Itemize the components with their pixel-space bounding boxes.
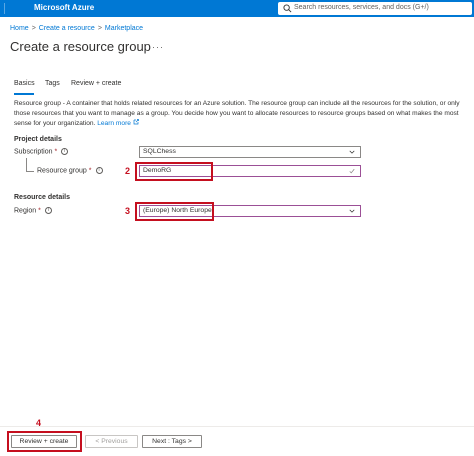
required-marker: * — [54, 148, 58, 156]
resource-group-description: Resource group - A container that holds … — [14, 99, 464, 129]
azure-brand[interactable]: Microsoft Azure — [34, 3, 94, 12]
breadcrumb-separator: > — [31, 25, 36, 32]
global-search-input[interactable]: Search resources, services, and docs (G+… — [278, 2, 472, 15]
highlight-box-step-3 — [135, 202, 214, 221]
page-title: Create a resource group — [10, 39, 151, 54]
portal-menu-area[interactable] — [4, 3, 18, 14]
region-label: Region * i — [14, 207, 52, 214]
tab-basics[interactable]: Basics — [14, 80, 35, 87]
highlight-box-step-2 — [135, 162, 213, 181]
review-create-button[interactable]: Review + create — [11, 435, 77, 448]
top-bar: Microsoft Azure Search resources, servic… — [0, 0, 474, 17]
breadcrumb-create-resource[interactable]: Create a resource — [39, 25, 95, 32]
chevron-down-icon — [349, 150, 355, 154]
tree-connector — [26, 171, 34, 172]
checkmark-icon — [349, 168, 355, 174]
info-icon[interactable]: i — [44, 207, 52, 214]
subscription-value: SQLChess — [143, 148, 176, 155]
tab-review-create[interactable]: Review + create — [71, 80, 121, 87]
resource-details-heading: Resource details — [14, 194, 71, 201]
external-link-icon — [133, 119, 139, 125]
tab-tags[interactable]: Tags — [45, 80, 60, 87]
search-icon — [283, 4, 292, 13]
learn-more-link[interactable]: Learn more — [97, 119, 139, 127]
subscription-label: Subscription * i — [14, 148, 69, 156]
search-placeholder: Search resources, services, and docs (G+… — [294, 4, 429, 11]
chevron-down-icon — [349, 209, 355, 213]
step-4-label: 4 — [36, 418, 42, 428]
step-2-label: 2 — [125, 166, 131, 176]
info-icon[interactable]: i — [61, 148, 69, 155]
selected-tab-indicator — [14, 93, 34, 95]
breadcrumb-marketplace[interactable]: Marketplace — [105, 25, 143, 32]
breadcrumb-home[interactable]: Home — [10, 25, 29, 32]
footer-divider — [0, 426, 474, 427]
step-3-label: 3 — [125, 206, 131, 216]
tree-connector — [26, 158, 27, 171]
breadcrumb: Home > Create a resource > Marketplace — [10, 25, 143, 32]
info-icon[interactable]: i — [95, 167, 103, 174]
project-details-heading: Project details — [14, 136, 62, 143]
description-text: Resource group - A container that holds … — [14, 100, 460, 127]
next-tags-button[interactable]: Next : Tags > — [142, 435, 202, 448]
more-options-button[interactable]: ··· — [152, 42, 164, 52]
previous-button[interactable]: < Previous — [85, 435, 138, 448]
subscription-dropdown[interactable]: SQLChess — [139, 146, 361, 158]
breadcrumb-separator: > — [97, 25, 102, 32]
resource-group-label: Resource group * i — [37, 167, 103, 174]
